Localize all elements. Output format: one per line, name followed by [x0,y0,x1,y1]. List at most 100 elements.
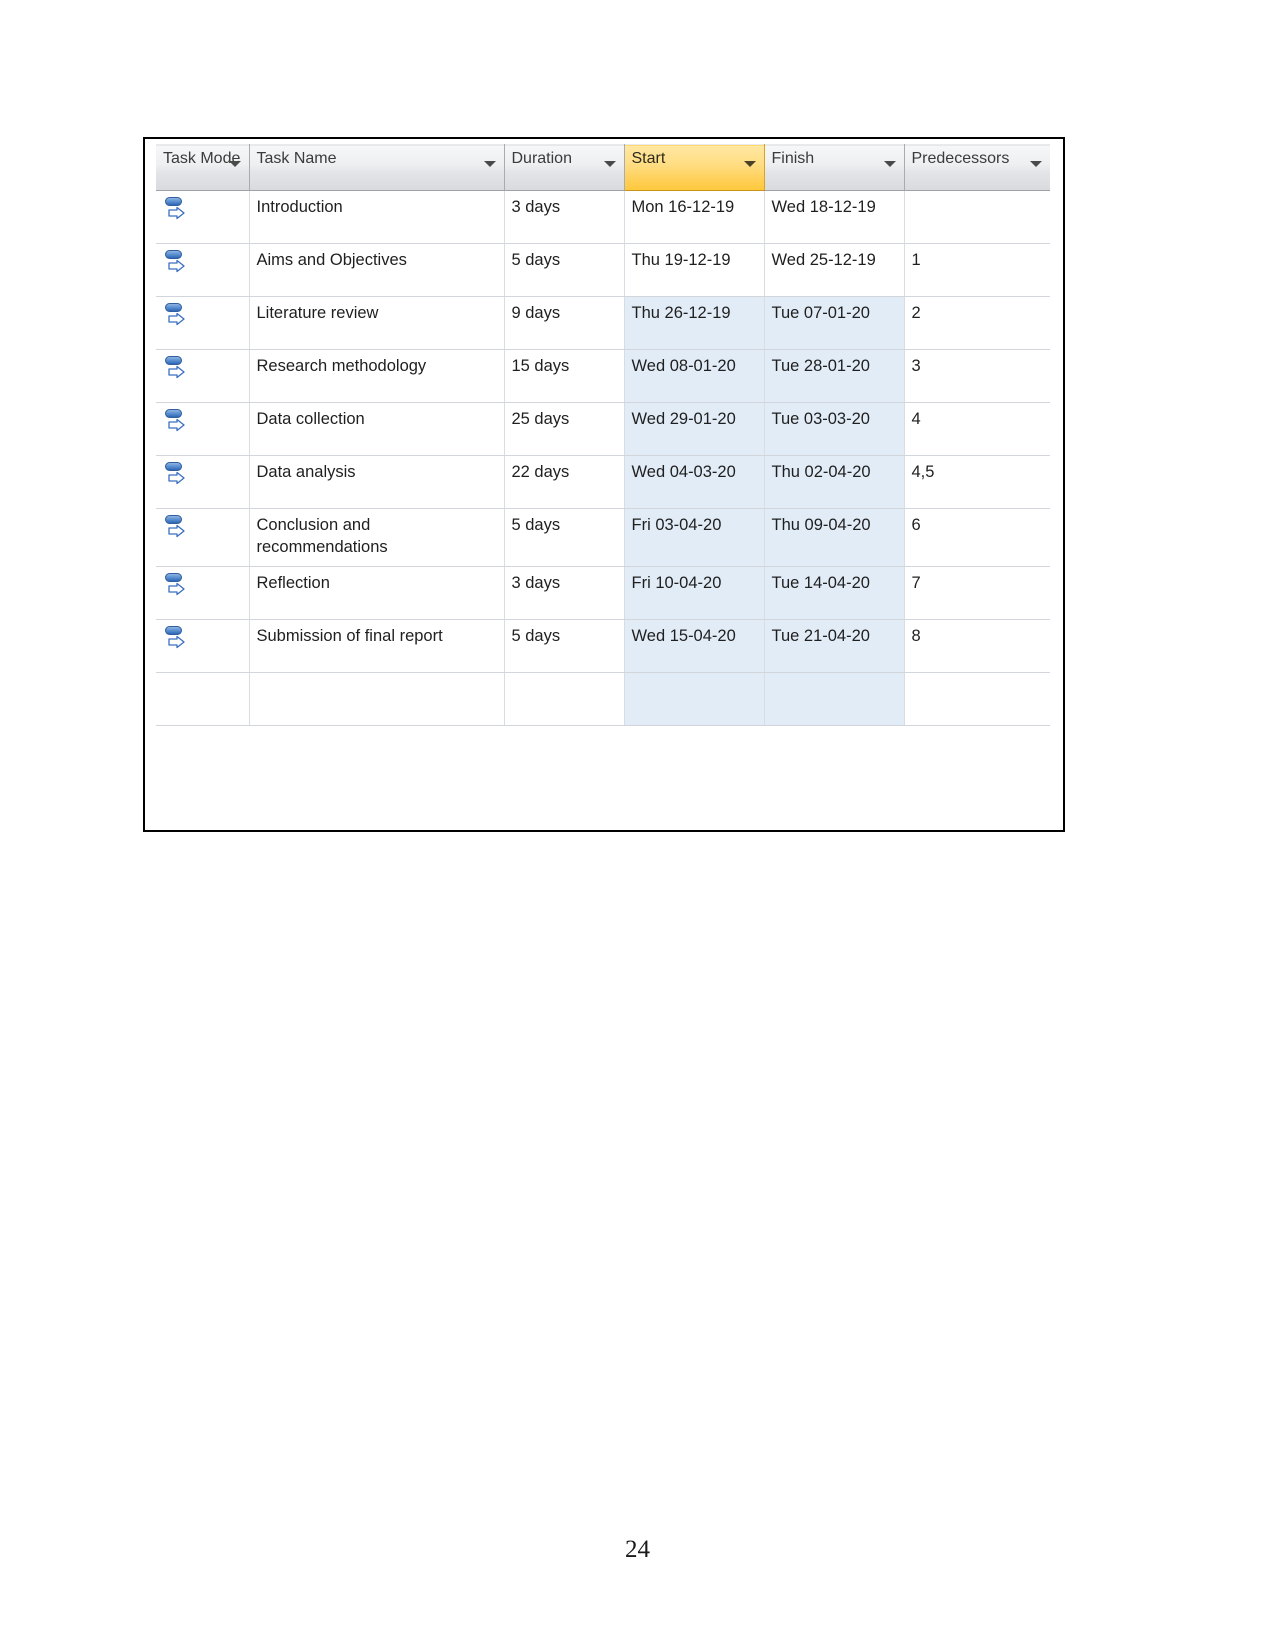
cell-start[interactable]: Thu 19-12-19 [624,243,765,297]
cell-start[interactable] [624,672,765,726]
table-row[interactable]: Submission of final report 5 days Wed 15-0… [156,619,1050,673]
cell-predecessors[interactable]: 1 [904,243,1050,297]
cell-start[interactable]: Wed 29-01-20 [624,402,765,456]
cell-duration[interactable] [504,672,625,726]
ms-project-task-grid: Task Mode Task Name Duration Start Finis… [156,144,1050,726]
cell-task-name[interactable]: Introduction [249,190,505,244]
cell-finish[interactable]: Tue 03-03-20 [764,402,905,456]
cell-task-name[interactable]: Research methodology [249,349,505,403]
cell-duration[interactable]: 9 days [504,296,625,350]
cell-task-name[interactable]: Reflection [249,566,505,620]
auto-scheduled-icon[interactable] [163,572,189,601]
cell-task-name[interactable]: Submission of final report [249,619,505,673]
table-row[interactable]: Research methodology 15 days Wed 08-01-20 T… [156,349,1050,403]
table-row[interactable]: Reflection 3 days Fri 10-04-20 Tue 14-04-20… [156,566,1050,620]
cell-finish[interactable]: Tue 28-01-20 [764,349,905,403]
column-header-predecessors[interactable]: Predecessors [904,144,1050,191]
cell-predecessors[interactable]: 4 [904,402,1050,456]
table-row[interactable]: Conclusion and recommendations 5 days Fri … [156,508,1050,567]
cell-start[interactable]: Thu 26-12-19 [624,296,765,350]
cell-task-mode[interactable] [156,296,250,350]
chevron-down-icon[interactable] [228,161,241,167]
column-header-finish[interactable]: Finish [764,144,905,191]
cell-finish[interactable]: Thu 09-04-20 [764,508,905,567]
cell-finish[interactable]: Wed 25-12-19 [764,243,905,297]
auto-scheduled-icon[interactable] [163,625,189,654]
cell-task-name[interactable]: Literature review [249,296,505,350]
cell-task-mode[interactable] [156,402,250,456]
chevron-down-icon[interactable] [883,161,896,167]
cell-finish[interactable]: Tue 14-04-20 [764,566,905,620]
cell-predecessors[interactable] [904,190,1050,244]
cell-duration[interactable]: 22 days [504,455,625,509]
cell-finish[interactable]: Thu 02-04-20 [764,455,905,509]
table-row-empty[interactable] [156,672,1050,726]
auto-scheduled-icon[interactable] [163,250,189,278]
cell-duration[interactable]: 3 days [504,190,625,244]
chevron-down-icon[interactable] [743,161,756,167]
column-header-duration[interactable]: Duration [504,144,625,191]
cell-start[interactable]: Fri 10-04-20 [624,566,765,620]
cell-task-mode[interactable] [156,566,250,620]
cell-start[interactable]: Fri 03-04-20 [624,508,765,567]
chevron-down-icon[interactable] [603,161,616,167]
cell-finish[interactable]: Tue 21-04-20 [764,619,905,673]
cell-duration[interactable]: 5 days [504,619,625,673]
auto-scheduled-icon-bar [165,197,182,206]
cell-predecessors[interactable]: 3 [904,349,1050,403]
cell-task-mode[interactable] [156,349,250,403]
cell-predecessors[interactable]: 6 [904,508,1050,567]
cell-task-mode[interactable] [156,455,250,509]
cell-start[interactable]: Mon 16-12-19 [624,190,765,244]
table-row[interactable]: Introduction 3 days Mon 16-12-19 Wed 18-12-… [156,190,1050,244]
column-header-task-name[interactable]: Task Name [249,144,505,191]
cell-task-name[interactable] [249,672,505,726]
cell-predecessors[interactable]: 2 [904,296,1050,350]
table-row[interactable]: Literature review 9 days Thu 26-12-19 Tue 0… [156,296,1050,350]
cell-finish[interactable]: Wed 18-12-19 [764,190,905,244]
cell-task-name[interactable]: Aims and Objectives [249,243,505,297]
cell-start[interactable]: Wed 04-03-20 [624,455,765,509]
cell-task-mode[interactable] [156,619,250,673]
table-row[interactable]: Data analysis 22 days Wed 04-03-20 Thu 02-0… [156,455,1050,509]
cell-task-name[interactable]: Data analysis [249,455,505,509]
cell-predecessors[interactable]: 4,5 [904,455,1050,509]
auto-scheduled-icon-arrow [168,206,185,220]
cell-duration[interactable]: 5 days [504,508,625,567]
column-header-start-label: Start [631,150,666,167]
cell-start[interactable]: Wed 08-01-20 [624,349,765,403]
cell-task-name[interactable]: Conclusion and recommendations [249,508,505,567]
table-row[interactable]: Aims and Objectives 5 days Thu 19-12-19 Wed… [156,243,1050,297]
auto-scheduled-icon[interactable] [163,515,189,543]
column-header-start[interactable]: Start [623,144,765,191]
chevron-down-icon[interactable] [483,161,496,167]
table-row[interactable]: Data collection 25 days Wed 29-01-20 Tue 03… [156,402,1050,456]
cell-start[interactable]: Wed 15-04-20 [624,619,765,673]
cell-predecessors[interactable] [904,672,1050,726]
table-body: Introduction 3 days Mon 16-12-19 Wed 18-12-… [156,190,1050,726]
auto-scheduled-icon[interactable] [163,303,189,331]
cell-predecessors[interactable]: 7 [904,566,1050,620]
auto-scheduled-icon-arrow [168,635,185,649]
cell-duration[interactable]: 3 days [504,566,625,620]
auto-scheduled-icon[interactable] [163,462,189,490]
cell-task-name[interactable]: Data collection [249,402,505,456]
auto-scheduled-icon[interactable] [163,356,189,384]
cell-task-mode[interactable] [156,243,250,297]
cell-predecessors[interactable]: 8 [904,619,1050,673]
auto-scheduled-icon[interactable] [163,409,189,437]
cell-duration[interactable]: 5 days [504,243,625,297]
column-header-task-mode[interactable]: Task Mode [156,144,250,191]
cell-duration[interactable]: 15 days [504,349,625,403]
auto-scheduled-icon-bar [165,409,182,418]
cell-finish[interactable]: Tue 07-01-20 [764,296,905,350]
cell-finish[interactable] [764,672,905,726]
cell-task-mode[interactable] [156,508,250,567]
cell-task-mode[interactable] [156,190,250,244]
chevron-down-icon[interactable] [1030,161,1042,167]
auto-scheduled-icon-bar [165,462,182,471]
auto-scheduled-icon[interactable] [163,197,189,225]
cell-duration[interactable]: 25 days [504,402,625,456]
cell-task-mode[interactable] [156,672,250,726]
auto-scheduled-icon-arrow [168,524,185,538]
